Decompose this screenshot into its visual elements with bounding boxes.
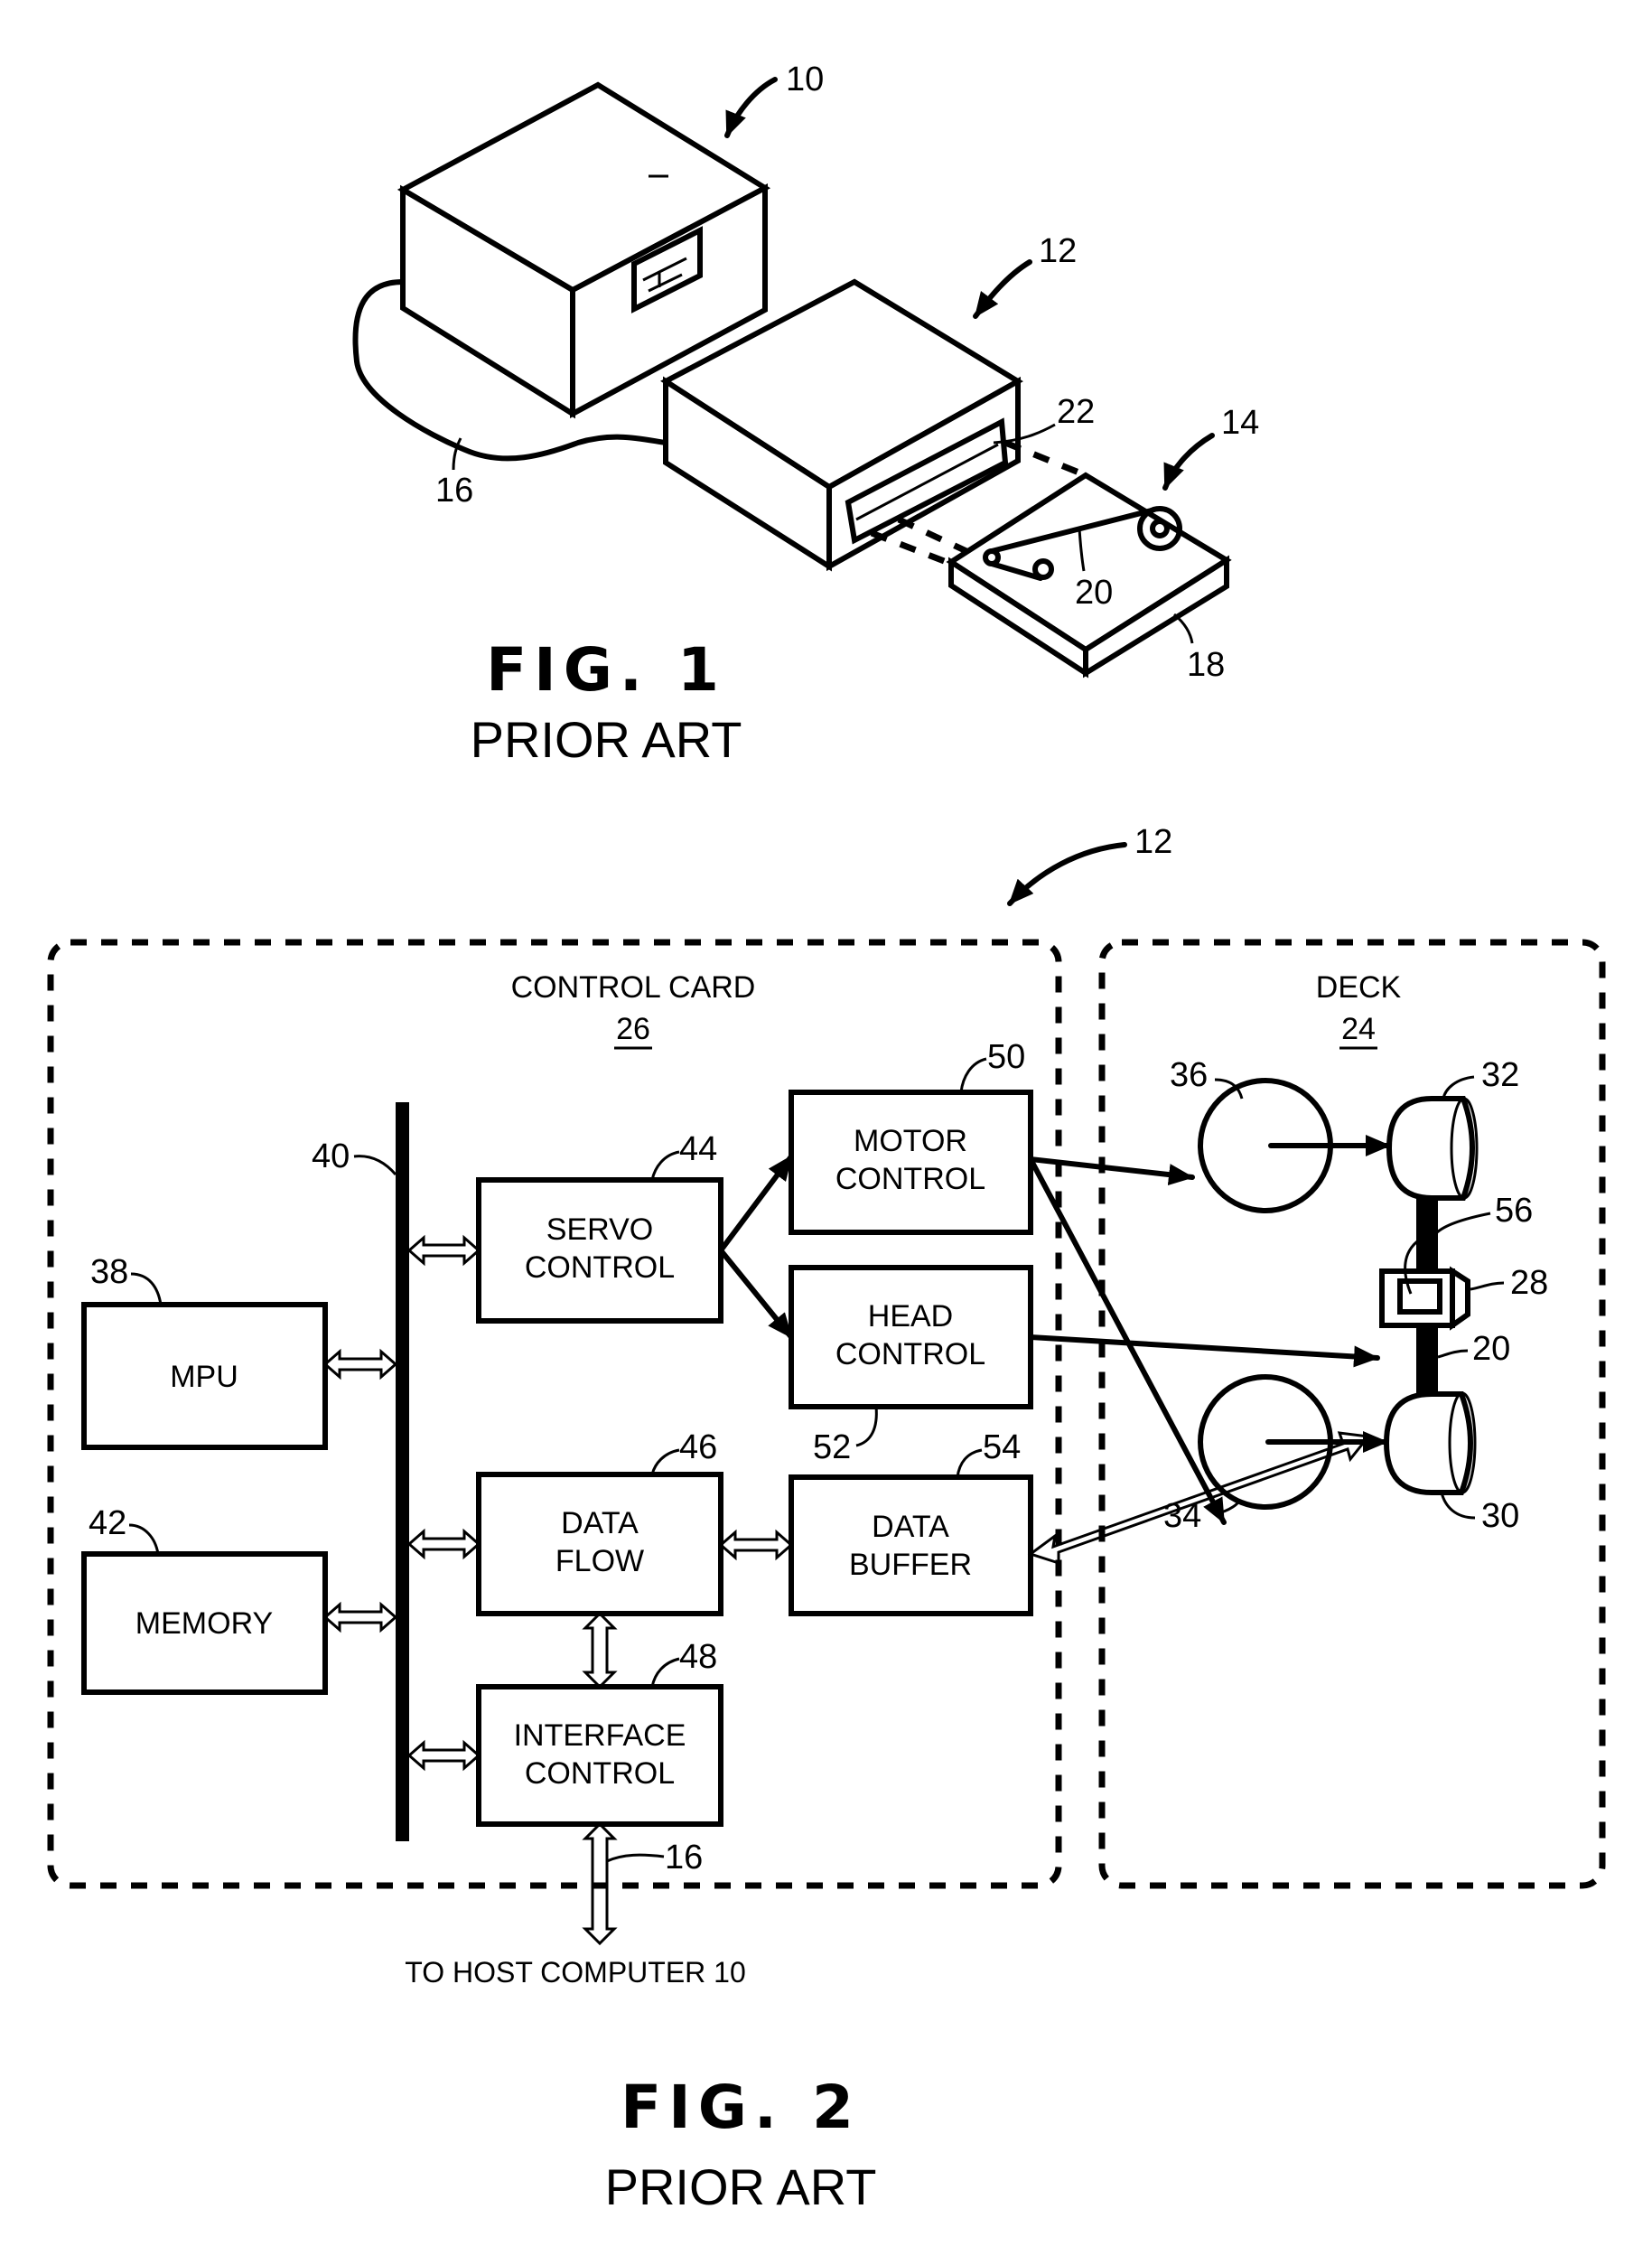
- deck-ref: 24: [1341, 1012, 1376, 1046]
- reel-lower: [1383, 1391, 1473, 1495]
- ref-label: 52: [813, 1428, 851, 1466]
- svg-text:DATA: DATA: [561, 1506, 639, 1540]
- svg-text:HEAD: HEAD: [868, 1299, 953, 1334]
- host-computer-label: TO HOST COMPUTER 10: [405, 1956, 746, 1989]
- block-memory: MEMORY 42: [81, 1504, 328, 1695]
- svg-text:MPU: MPU: [170, 1360, 238, 1394]
- svg-text:FLOW: FLOW: [555, 1544, 644, 1578]
- ref-label: 42: [89, 1504, 126, 1542]
- block-motor-control: MOTOR CONTROL 50: [789, 1038, 1033, 1235]
- block-data-flow: DATA FLOW 46: [476, 1428, 723, 1616]
- block-interface-control: INTERFACE CONTROL 48: [476, 1638, 723, 1827]
- ref-label: 34: [1163, 1497, 1201, 1535]
- ref-label: 50: [987, 1038, 1025, 1076]
- figure-1: 10 12 14 16 22 20 18 FIG. 1 PRIOR ART: [352, 61, 1259, 768]
- patent-drawing-sheet: 10 12 14 16 22 20 18 FIG. 1 PRIOR ART 12…: [47, 61, 1606, 2215]
- system-bus: [396, 1102, 409, 1841]
- figure-2: 12 CONTROL CARD 26 DECK 24 40 MPU 38 MEM…: [47, 823, 1606, 2215]
- double-arrow-icon: [406, 1234, 481, 1267]
- ref-label: 16: [435, 472, 473, 510]
- ref-label: 30: [1481, 1497, 1519, 1535]
- ref-label: 28: [1510, 1264, 1548, 1302]
- ref-label: 12: [1134, 823, 1172, 861]
- block-mpu: MPU 38: [81, 1253, 328, 1450]
- ref-label: 20: [1075, 574, 1113, 612]
- double-arrow-icon: [582, 1611, 618, 1689]
- ref-label: 38: [90, 1253, 128, 1291]
- control-card-title: CONTROL CARD: [511, 970, 756, 1005]
- svg-text:CONTROL: CONTROL: [525, 1756, 675, 1791]
- ref-label: 18: [1187, 646, 1225, 684]
- svg-text:MOTOR: MOTOR: [854, 1124, 967, 1158]
- deck-mechanism: [1198, 1078, 1479, 1510]
- ref-label: 36: [1170, 1056, 1208, 1094]
- double-arrow-icon: [718, 1529, 794, 1561]
- reel-upper: [1386, 1096, 1475, 1201]
- svg-text:BUFFER: BUFFER: [849, 1548, 972, 1582]
- svg-text:SERVO: SERVO: [546, 1212, 653, 1247]
- fig2-caption: FIG. 2: [621, 2073, 861, 2142]
- double-arrow-icon: [406, 1528, 481, 1560]
- double-arrow-icon: [322, 1601, 398, 1633]
- double-arrow-icon: [322, 1348, 398, 1381]
- ref-label: 46: [679, 1428, 717, 1466]
- ref-label: 16: [665, 1839, 703, 1877]
- control-card-ref: 26: [616, 1012, 650, 1046]
- fig2-subcaption: PRIOR ART: [605, 2158, 877, 2215]
- ref-label: 12: [1039, 232, 1077, 270]
- ref-label: 44: [679, 1130, 717, 1168]
- ref-label: 22: [1057, 393, 1095, 431]
- svg-text:CONTROL: CONTROL: [835, 1162, 985, 1196]
- svg-text:INTERFACE: INTERFACE: [514, 1718, 686, 1753]
- ref-label: 14: [1221, 404, 1259, 442]
- svg-text:CONTROL: CONTROL: [835, 1337, 985, 1371]
- double-arrow-icon: [406, 1739, 481, 1772]
- ref-label: 32: [1481, 1056, 1519, 1094]
- fig1-caption: FIG. 1: [486, 635, 726, 705]
- fig1-subcaption: PRIOR ART: [471, 711, 742, 768]
- ref-label: 10: [786, 61, 824, 98]
- ref-label: 48: [679, 1638, 717, 1676]
- ref-label: 20: [1472, 1330, 1510, 1368]
- ref-label: 40: [312, 1137, 350, 1175]
- svg-text:MEMORY: MEMORY: [135, 1606, 273, 1641]
- block-servo-control: SERVO CONTROL 44: [476, 1130, 723, 1324]
- deck-title: DECK: [1316, 970, 1402, 1005]
- ref-label: 54: [983, 1428, 1021, 1466]
- ref-label: 56: [1495, 1192, 1533, 1230]
- svg-text:DATA: DATA: [872, 1510, 949, 1544]
- svg-text:CONTROL: CONTROL: [525, 1250, 675, 1285]
